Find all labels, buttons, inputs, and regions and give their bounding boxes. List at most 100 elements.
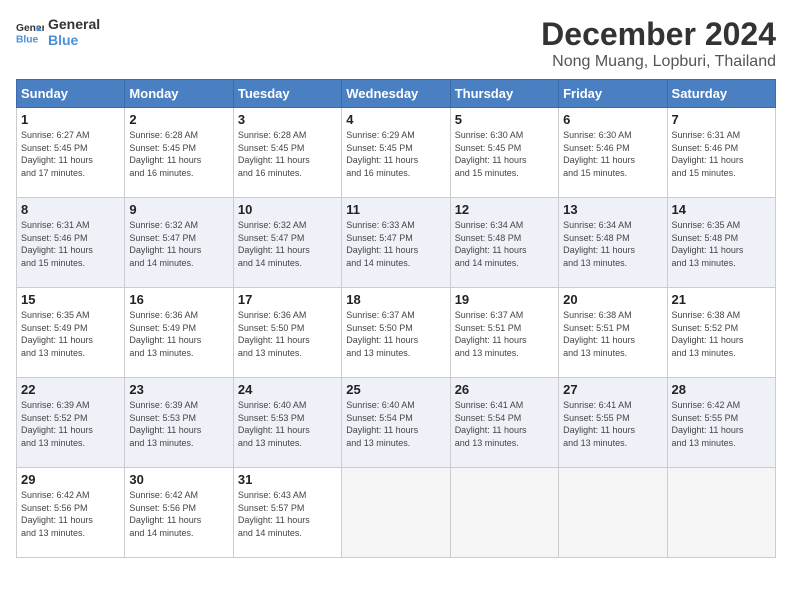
- calendar-header: SundayMondayTuesdayWednesdayThursdayFrid…: [17, 80, 776, 108]
- calendar-week-5: 29 Sunrise: 6:42 AM Sunset: 5:56 PM Dayli…: [17, 468, 776, 558]
- day-number: 16: [129, 292, 228, 307]
- col-header-saturday: Saturday: [667, 80, 775, 108]
- day-info: Sunrise: 6:43 AM Sunset: 5:57 PM Dayligh…: [238, 489, 337, 539]
- day-info: Sunrise: 6:42 AM Sunset: 5:56 PM Dayligh…: [21, 489, 120, 539]
- day-info: Sunrise: 6:31 AM Sunset: 5:46 PM Dayligh…: [21, 219, 120, 269]
- calendar-cell: 9Sunrise: 6:32 AM Sunset: 5:47 PM Daylig…: [125, 198, 233, 288]
- day-number: 18: [346, 292, 445, 307]
- day-number: 13: [563, 202, 662, 217]
- day-info: Sunrise: 6:29 AM Sunset: 5:45 PM Dayligh…: [346, 129, 445, 179]
- calendar-cell: 20 Sunrise: 6:38 AM Sunset: 5:51 PM Dayli…: [559, 288, 667, 378]
- calendar-cell: 14 Sunrise: 6:35 AM Sunset: 5:48 PM Dayli…: [667, 198, 775, 288]
- calendar-cell: 17 Sunrise: 6:36 AM Sunset: 5:50 PM Dayli…: [233, 288, 341, 378]
- calendar-cell: 29 Sunrise: 6:42 AM Sunset: 5:56 PM Dayli…: [17, 468, 125, 558]
- calendar-cell: 18 Sunrise: 6:37 AM Sunset: 5:50 PM Dayli…: [342, 288, 450, 378]
- calendar-cell: 24 Sunrise: 6:40 AM Sunset: 5:53 PM Dayli…: [233, 378, 341, 468]
- day-info: Sunrise: 6:39 AM Sunset: 5:53 PM Dayligh…: [129, 399, 228, 449]
- col-header-thursday: Thursday: [450, 80, 558, 108]
- calendar-week-2: 8 Sunrise: 6:31 AM Sunset: 5:46 PM Daylig…: [17, 198, 776, 288]
- day-number: 23: [129, 382, 228, 397]
- calendar-cell: 2Sunrise: 6:28 AM Sunset: 5:45 PM Daylig…: [125, 108, 233, 198]
- calendar-cell: [667, 468, 775, 558]
- svg-text:Blue: Blue: [16, 34, 39, 45]
- day-info: Sunrise: 6:28 AM Sunset: 5:45 PM Dayligh…: [238, 129, 337, 179]
- calendar-cell: 1 Sunrise: 6:27 AM Sunset: 5:45 PM Daylig…: [17, 108, 125, 198]
- month-title: December 2024: [541, 16, 776, 53]
- calendar-cell: 3 Sunrise: 6:28 AM Sunset: 5:45 PM Daylig…: [233, 108, 341, 198]
- logo-line1: General: [48, 16, 100, 32]
- day-number: 28: [672, 382, 771, 397]
- day-info: Sunrise: 6:41 AM Sunset: 5:54 PM Dayligh…: [455, 399, 554, 449]
- title-block: December 2024 Nong Muang, Lopburi, Thail…: [541, 16, 776, 71]
- calendar-cell: 15 Sunrise: 6:35 AM Sunset: 5:49 PM Dayli…: [17, 288, 125, 378]
- day-info: Sunrise: 6:37 AM Sunset: 5:50 PM Dayligh…: [346, 309, 445, 359]
- day-info: Sunrise: 6:27 AM Sunset: 5:45 PM Dayligh…: [21, 129, 120, 179]
- svg-text:General: General: [16, 23, 44, 34]
- calendar: SundayMondayTuesdayWednesdayThursdayFrid…: [16, 79, 776, 558]
- day-info: Sunrise: 6:32 AM Sunset: 5:47 PM Dayligh…: [238, 219, 337, 269]
- day-number: 1: [21, 112, 120, 127]
- day-number: 11: [346, 202, 445, 217]
- calendar-week-4: 22 Sunrise: 6:39 AM Sunset: 5:52 PM Dayli…: [17, 378, 776, 468]
- day-info: Sunrise: 6:36 AM Sunset: 5:49 PM Dayligh…: [129, 309, 228, 359]
- day-number: 3: [238, 112, 337, 127]
- day-number: 5: [455, 112, 554, 127]
- calendar-cell: 8 Sunrise: 6:31 AM Sunset: 5:46 PM Daylig…: [17, 198, 125, 288]
- logo-line2: Blue: [48, 32, 100, 48]
- day-number: 24: [238, 382, 337, 397]
- day-number: 15: [21, 292, 120, 307]
- col-header-monday: Monday: [125, 80, 233, 108]
- day-number: 22: [21, 382, 120, 397]
- day-info: Sunrise: 6:31 AM Sunset: 5:46 PM Dayligh…: [672, 129, 771, 179]
- calendar-cell: 28 Sunrise: 6:42 AM Sunset: 5:55 PM Dayli…: [667, 378, 775, 468]
- calendar-cell: 21 Sunrise: 6:38 AM Sunset: 5:52 PM Dayli…: [667, 288, 775, 378]
- day-info: Sunrise: 6:40 AM Sunset: 5:54 PM Dayligh…: [346, 399, 445, 449]
- day-info: Sunrise: 6:37 AM Sunset: 5:51 PM Dayligh…: [455, 309, 554, 359]
- calendar-cell: 5 Sunrise: 6:30 AM Sunset: 5:45 PM Daylig…: [450, 108, 558, 198]
- calendar-cell: 19Sunrise: 6:37 AM Sunset: 5:51 PM Dayli…: [450, 288, 558, 378]
- calendar-cell: 13Sunrise: 6:34 AM Sunset: 5:48 PM Dayli…: [559, 198, 667, 288]
- day-info: Sunrise: 6:38 AM Sunset: 5:51 PM Dayligh…: [563, 309, 662, 359]
- calendar-cell: [450, 468, 558, 558]
- day-info: Sunrise: 6:33 AM Sunset: 5:47 PM Dayligh…: [346, 219, 445, 269]
- day-number: 20: [563, 292, 662, 307]
- day-info: Sunrise: 6:36 AM Sunset: 5:50 PM Dayligh…: [238, 309, 337, 359]
- logo: General Blue General Blue: [16, 16, 100, 48]
- day-number: 14: [672, 202, 771, 217]
- col-header-sunday: Sunday: [17, 80, 125, 108]
- calendar-week-1: 1 Sunrise: 6:27 AM Sunset: 5:45 PM Daylig…: [17, 108, 776, 198]
- day-number: 8: [21, 202, 120, 217]
- calendar-cell: 12 Sunrise: 6:34 AM Sunset: 5:48 PM Dayli…: [450, 198, 558, 288]
- day-number: 17: [238, 292, 337, 307]
- col-header-wednesday: Wednesday: [342, 80, 450, 108]
- col-header-friday: Friday: [559, 80, 667, 108]
- day-number: 31: [238, 472, 337, 487]
- day-number: 30: [129, 472, 228, 487]
- day-number: 25: [346, 382, 445, 397]
- calendar-cell: 4Sunrise: 6:29 AM Sunset: 5:45 PM Daylig…: [342, 108, 450, 198]
- day-number: 9: [129, 202, 228, 217]
- day-info: Sunrise: 6:41 AM Sunset: 5:55 PM Dayligh…: [563, 399, 662, 449]
- day-info: Sunrise: 6:39 AM Sunset: 5:52 PM Dayligh…: [21, 399, 120, 449]
- day-info: Sunrise: 6:30 AM Sunset: 5:45 PM Dayligh…: [455, 129, 554, 179]
- page-header: General Blue General Blue December 2024 …: [16, 16, 776, 71]
- day-info: Sunrise: 6:30 AM Sunset: 5:46 PM Dayligh…: [563, 129, 662, 179]
- col-header-tuesday: Tuesday: [233, 80, 341, 108]
- calendar-cell: 11 Sunrise: 6:33 AM Sunset: 5:47 PM Dayli…: [342, 198, 450, 288]
- calendar-cell: [342, 468, 450, 558]
- calendar-cell: 10Sunrise: 6:32 AM Sunset: 5:47 PM Dayli…: [233, 198, 341, 288]
- day-info: Sunrise: 6:35 AM Sunset: 5:49 PM Dayligh…: [21, 309, 120, 359]
- day-number: 26: [455, 382, 554, 397]
- day-info: Sunrise: 6:38 AM Sunset: 5:52 PM Dayligh…: [672, 309, 771, 359]
- day-number: 21: [672, 292, 771, 307]
- day-info: Sunrise: 6:34 AM Sunset: 5:48 PM Dayligh…: [455, 219, 554, 269]
- day-number: 12: [455, 202, 554, 217]
- calendar-cell: 31 Sunrise: 6:43 AM Sunset: 5:57 PM Dayli…: [233, 468, 341, 558]
- calendar-cell: 7Sunrise: 6:31 AM Sunset: 5:46 PM Daylig…: [667, 108, 775, 198]
- calendar-cell: 22 Sunrise: 6:39 AM Sunset: 5:52 PM Dayli…: [17, 378, 125, 468]
- day-info: Sunrise: 6:35 AM Sunset: 5:48 PM Dayligh…: [672, 219, 771, 269]
- day-number: 29: [21, 472, 120, 487]
- day-info: Sunrise: 6:42 AM Sunset: 5:55 PM Dayligh…: [672, 399, 771, 449]
- logo-icon: General Blue: [16, 18, 44, 46]
- day-info: Sunrise: 6:40 AM Sunset: 5:53 PM Dayligh…: [238, 399, 337, 449]
